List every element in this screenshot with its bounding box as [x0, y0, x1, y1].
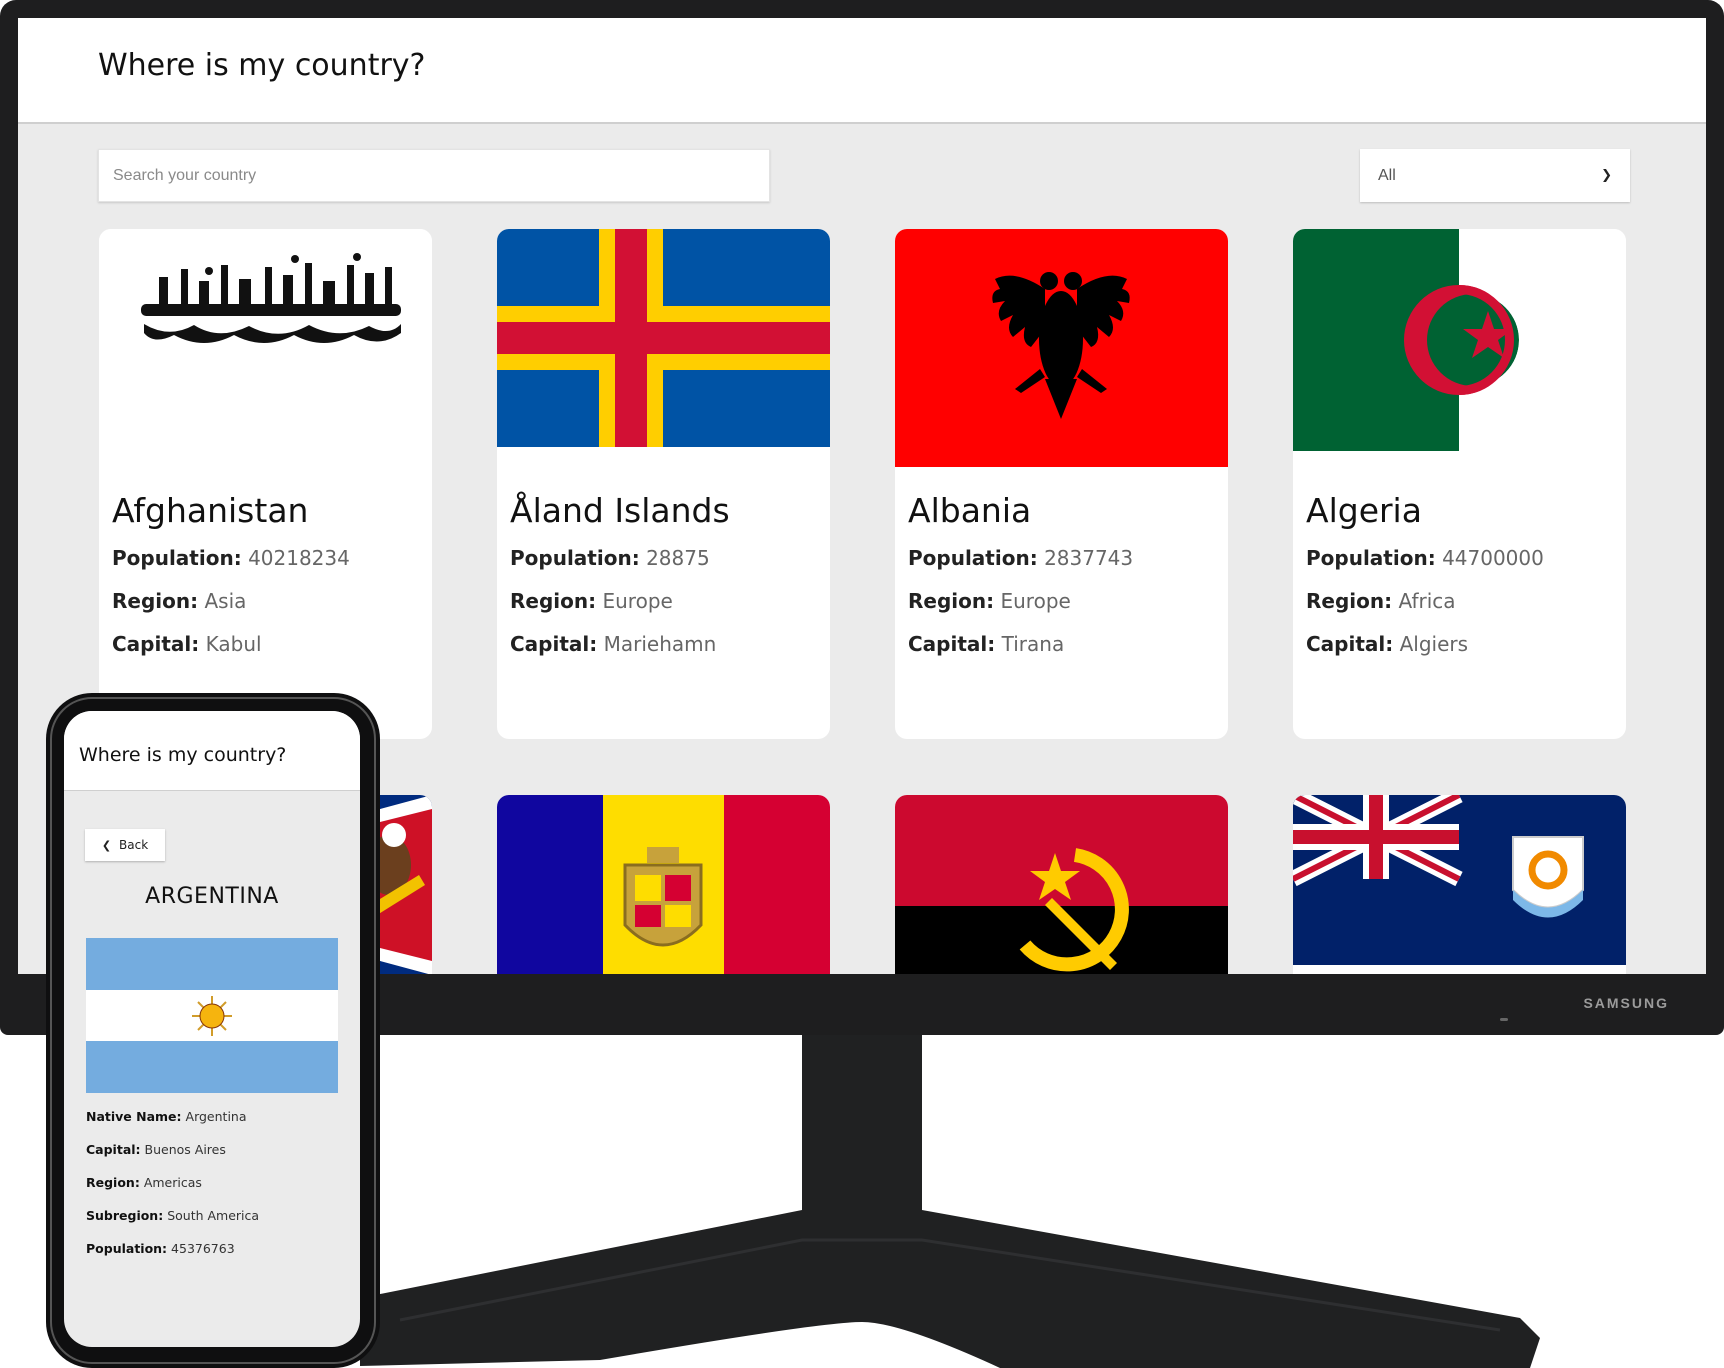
country-card-anguilla[interactable] — [1293, 795, 1626, 974]
region-value: Europe — [1000, 589, 1071, 613]
capital-line: Capital: Algiers — [1306, 632, 1468, 656]
capital-value: Tirana — [1001, 632, 1065, 656]
capital-value: Buenos Aires — [144, 1142, 226, 1157]
capital-line: Capital: Kabul — [112, 632, 262, 656]
andorra-flag — [497, 795, 830, 974]
subregion-label: Subregion: — [86, 1208, 164, 1223]
phone-frame: Where is my country? ❮ Back ARGENTINA Na… — [46, 693, 380, 1368]
capital-label: Capital: — [86, 1142, 141, 1157]
back-button[interactable]: ❮ Back — [85, 829, 165, 861]
region-value: Americas — [143, 1175, 202, 1190]
argentina-flag — [86, 938, 338, 1093]
population-value: 40218234 — [248, 546, 350, 570]
region-label: Region: — [112, 589, 199, 613]
app-header: Where is my country? — [18, 18, 1706, 124]
region-label: Region: — [1306, 589, 1393, 613]
population-line: Population: 44700000 — [1306, 546, 1544, 570]
country-name: Algeria — [1306, 491, 1422, 530]
anguilla-flag — [1293, 795, 1626, 965]
chevron-left-icon: ❮ — [101, 838, 112, 852]
population-label: Population: — [112, 546, 242, 570]
detail-country-name: ARGENTINA — [145, 884, 279, 909]
phone-app-title: Where is my country? — [79, 744, 287, 766]
monitor-neck — [802, 1035, 922, 1225]
capital-label: Capital: — [1306, 632, 1394, 656]
aland-islands-flag — [497, 229, 830, 447]
search-input[interactable] — [98, 149, 770, 202]
power-led — [1500, 1018, 1508, 1021]
back-label: Back — [119, 838, 149, 852]
app-title: Where is my country? — [98, 48, 426, 83]
region-value: Asia — [204, 589, 247, 613]
algeria-flag — [1293, 229, 1626, 451]
country-card-aland-islands[interactable]: Åland Islands Population: 28875 Region: … — [497, 229, 830, 739]
region-label: Region: — [908, 589, 995, 613]
angola-flag — [895, 795, 1228, 974]
native-name-value: Argentina — [185, 1109, 247, 1124]
population-line: Population: 2837743 — [908, 546, 1133, 570]
country-card-algeria[interactable]: Algeria Population: 44700000 Region: Afr… — [1293, 229, 1626, 739]
monitor-brand: SAMSUNG — [1583, 995, 1669, 1011]
region-line: Region: Europe — [908, 589, 1071, 613]
population-value: 45376763 — [171, 1241, 235, 1256]
albania-flag — [895, 229, 1228, 467]
country-card-andorra[interactable] — [497, 795, 830, 974]
region-label: Region: — [510, 589, 597, 613]
region-filter-value: All — [1378, 166, 1396, 184]
phone-screen: Where is my country? ❮ Back ARGENTINA Na… — [64, 711, 360, 1347]
country-name: Albania — [908, 491, 1032, 530]
region-filter-select[interactable]: All ❯ — [1360, 149, 1630, 202]
population-label: Population: — [1306, 546, 1436, 570]
capital-line: Capital: Tirana — [908, 632, 1064, 656]
population-label: Population: — [86, 1241, 168, 1256]
population-label: Population: — [908, 546, 1038, 570]
capital-line: Capital: Mariehamn — [510, 632, 716, 656]
region-line: Region: Asia — [112, 589, 246, 613]
afghanistan-flag — [99, 229, 432, 449]
country-card-afghanistan[interactable]: Afghanistan Population: 40218234 Region:… — [99, 229, 432, 739]
country-name: Afghanistan — [112, 491, 309, 530]
subregion-value: South America — [167, 1208, 260, 1223]
population-value: 44700000 — [1442, 546, 1544, 570]
capital-label: Capital: — [112, 632, 200, 656]
capital-value: Kabul — [205, 632, 262, 656]
region-line: Region: Americas — [86, 1175, 202, 1190]
capital-value: Algiers — [1399, 632, 1469, 656]
population-label: Population: — [510, 546, 640, 570]
region-label: Region: — [86, 1175, 140, 1190]
population-value: 2837743 — [1044, 546, 1134, 570]
population-line: Population: 28875 — [510, 546, 710, 570]
country-name: Åland Islands — [510, 491, 730, 530]
population-line: Population: 40218234 — [112, 546, 350, 570]
native-name-label: Native Name: — [86, 1109, 182, 1124]
capital-value: Mariehamn — [603, 632, 717, 656]
capital-label: Capital: — [510, 632, 598, 656]
phone-app-header: Where is my country? — [64, 711, 360, 791]
subregion-line: Subregion: South America — [86, 1208, 259, 1223]
region-line: Region: Africa — [1306, 589, 1456, 613]
capital-label: Capital: — [908, 632, 996, 656]
country-card-albania[interactable]: Albania Population: 2837743 Region: Euro… — [895, 229, 1228, 739]
region-value: Africa — [1398, 589, 1456, 613]
capital-line: Capital: Buenos Aires — [86, 1142, 226, 1157]
region-value: Europe — [602, 589, 673, 613]
country-card-angola[interactable] — [895, 795, 1228, 974]
chevron-down-icon: ❯ — [1601, 168, 1612, 183]
native-name-line: Native Name: Argentina — [86, 1109, 247, 1124]
population-line: Population: 45376763 — [86, 1241, 235, 1256]
region-line: Region: Europe — [510, 589, 673, 613]
population-value: 28875 — [646, 546, 710, 570]
